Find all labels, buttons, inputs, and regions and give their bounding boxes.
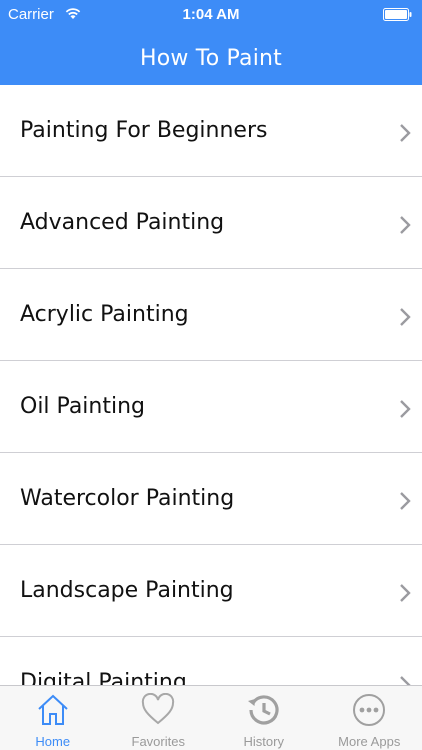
tab-history[interactable]: History — [211, 686, 317, 750]
list-item-watercolor-painting[interactable]: Watercolor Painting — [0, 453, 422, 545]
app-header: Carrier 1:04 AM How To Paint — [0, 0, 422, 85]
tab-label: History — [243, 734, 284, 749]
list-item-label: Acrylic Painting — [20, 302, 189, 327]
chevron-right-icon — [400, 308, 411, 326]
topic-list: Painting For Beginners Advanced Painting… — [0, 85, 422, 685]
history-icon — [247, 695, 279, 725]
tab-bar: Home Favorites History More Apps — [0, 685, 422, 750]
status-bar: Carrier 1:04 AM — [0, 0, 422, 30]
page-title: How To Paint — [140, 46, 282, 71]
list-item-advanced-painting[interactable]: Advanced Painting — [0, 177, 422, 269]
tab-label: Favorites — [131, 734, 185, 749]
more-icon — [353, 694, 386, 726]
tab-label: More Apps — [338, 734, 401, 749]
tab-favorites[interactable]: Favorites — [106, 686, 212, 750]
heart-icon — [142, 693, 175, 725]
list-item-label: Landscape Painting — [20, 578, 234, 603]
list-item-label: Digital Painting — [20, 670, 187, 685]
list-item-digital-painting[interactable]: Digital Painting — [0, 637, 422, 685]
tab-more-apps[interactable]: More Apps — [317, 686, 422, 750]
list-item-label: Advanced Painting — [20, 210, 225, 235]
chevron-right-icon — [400, 492, 411, 510]
tab-label: Home — [35, 734, 71, 749]
home-icon — [38, 694, 68, 725]
chevron-right-icon — [400, 400, 411, 418]
battery-icon — [383, 8, 412, 21]
list-item-acrylic-painting[interactable]: Acrylic Painting — [0, 269, 422, 361]
list-item-painting-for-beginners[interactable]: Painting For Beginners — [0, 85, 422, 177]
chevron-right-icon — [400, 584, 411, 602]
list-item-label: Watercolor Painting — [20, 486, 235, 511]
tab-home[interactable]: Home — [0, 686, 106, 750]
list-item-landscape-painting[interactable]: Landscape Painting — [0, 545, 422, 637]
list-item-oil-painting[interactable]: Oil Painting — [0, 361, 422, 453]
chevron-right-icon — [400, 124, 411, 142]
chevron-right-icon — [400, 676, 411, 685]
list-item-label: Oil Painting — [20, 394, 145, 419]
list-item-label: Painting For Beginners — [20, 118, 268, 143]
status-time: 1:04 AM — [182, 6, 240, 23]
chevron-right-icon — [400, 216, 411, 234]
